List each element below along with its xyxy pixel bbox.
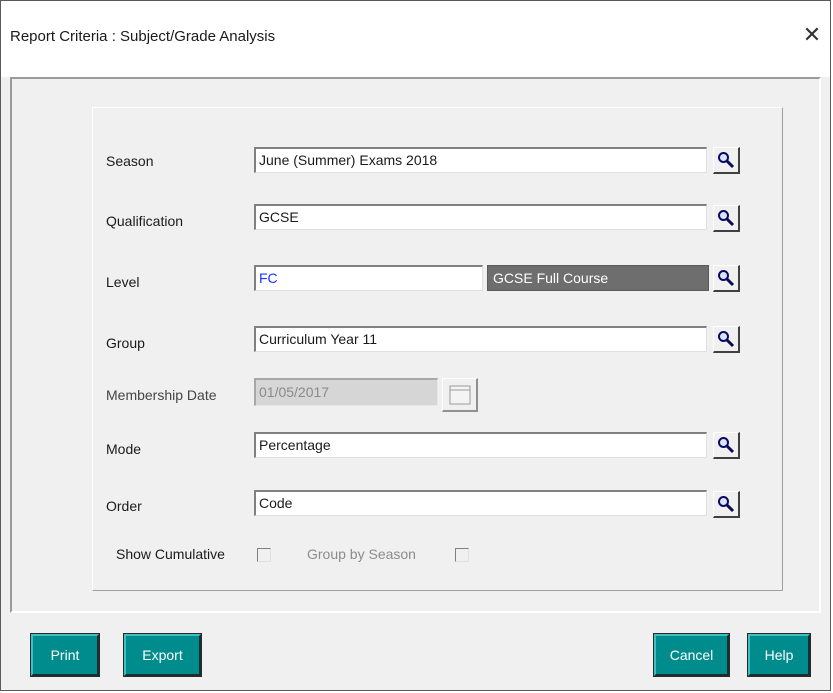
close-button[interactable]: ✕ <box>800 23 824 47</box>
level-code-field[interactable]: FC <box>254 265 483 291</box>
group-lookup-button[interactable] <box>713 326 740 353</box>
magnifier-icon <box>718 437 735 454</box>
title-bar: Report Criteria : Subject/Grade Analysis… <box>1 1 830 77</box>
show-cumulative-checkbox[interactable] <box>257 548 271 562</box>
group-field[interactable]: Curriculum Year 11 <box>254 326 707 352</box>
mode-lookup-button[interactable] <box>713 432 740 459</box>
magnifier-icon <box>718 270 735 287</box>
magnifier-icon <box>718 210 735 227</box>
calendar-icon <box>449 385 471 405</box>
qualification-label: Qualification <box>106 213 184 229</box>
group-label: Group <box>106 335 145 351</box>
level-description: GCSE Full Course <box>487 265 709 291</box>
membership-date-label: Membership Date <box>106 387 217 403</box>
membership-date-field: 01/05/2017 <box>254 378 438 406</box>
season-field[interactable]: June (Summer) Exams 2018 <box>254 147 707 173</box>
season-label: Season <box>106 153 154 169</box>
magnifier-icon <box>718 152 735 169</box>
mode-label: Mode <box>106 441 142 457</box>
order-label: Order <box>106 498 142 514</box>
magnifier-icon <box>718 496 735 513</box>
export-button[interactable]: Export <box>123 633 202 677</box>
level-label: Level <box>106 274 140 290</box>
group-by-season-checkbox <box>455 548 469 562</box>
group-by-season-label: Group by Season <box>307 546 416 562</box>
qualification-lookup-button[interactable] <box>713 205 740 232</box>
calendar-button[interactable] <box>442 378 478 412</box>
help-button[interactable]: Help <box>747 633 811 677</box>
order-field[interactable]: Code <box>254 490 707 516</box>
print-button[interactable]: Print <box>30 633 100 677</box>
show-cumulative-label: Show Cumulative <box>116 546 225 562</box>
window-title: Report Criteria : Subject/Grade Analysis <box>10 28 276 45</box>
order-lookup-button[interactable] <box>713 491 740 518</box>
level-lookup-button[interactable] <box>713 265 740 292</box>
cancel-button[interactable]: Cancel <box>653 633 730 677</box>
qualification-field[interactable]: GCSE <box>254 204 707 230</box>
magnifier-icon <box>718 331 735 348</box>
season-lookup-button[interactable] <box>713 147 740 174</box>
mode-field[interactable]: Percentage <box>254 432 707 458</box>
